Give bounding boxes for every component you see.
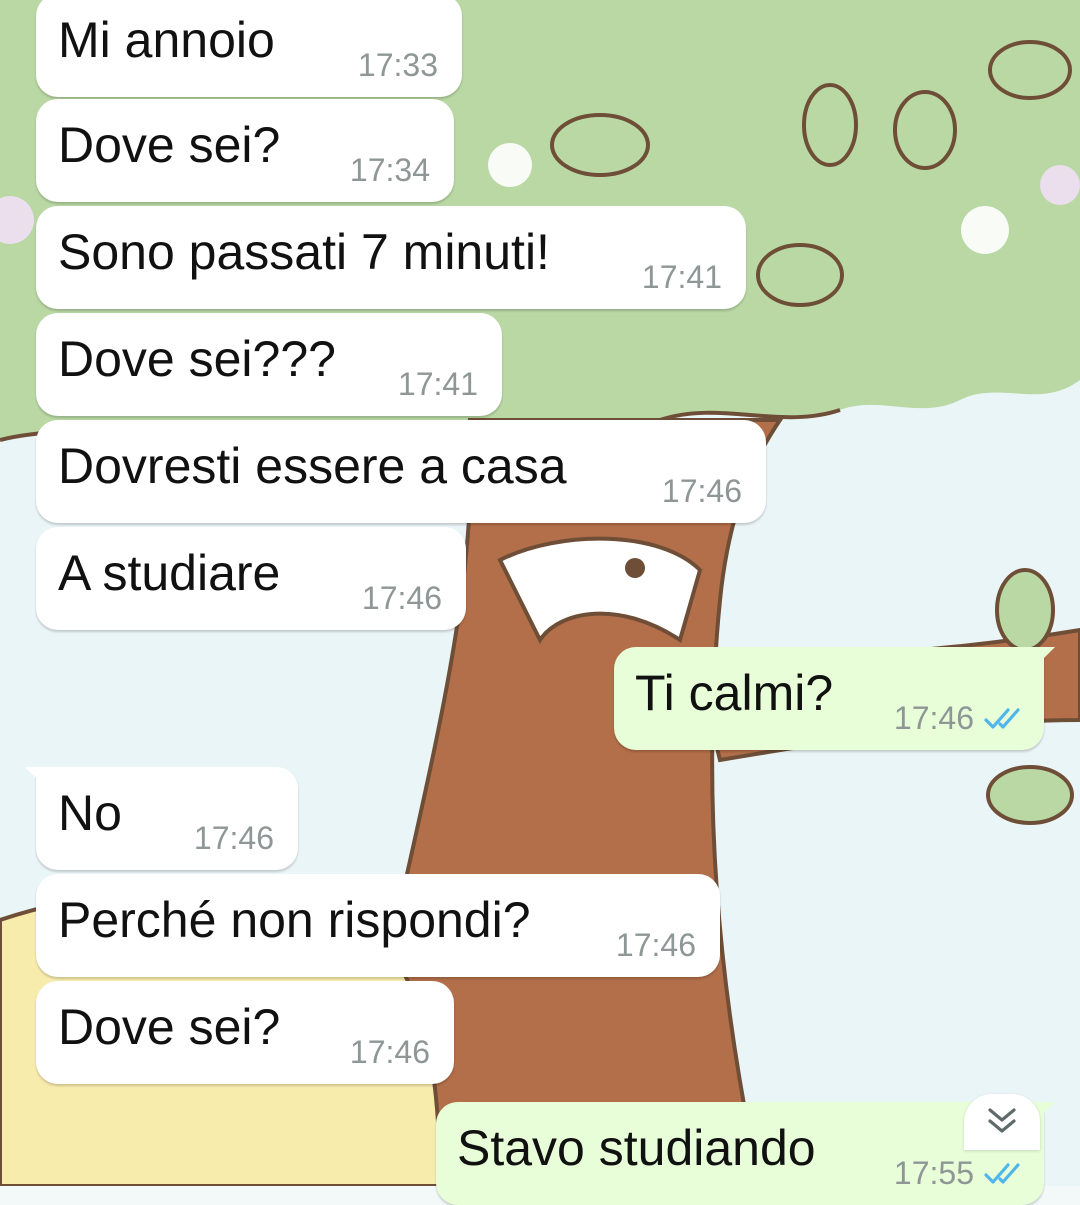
message-text: Dove sei? — [58, 999, 281, 1055]
message-time: 17:46 — [361, 580, 442, 616]
message-text: Mi annoio — [58, 12, 275, 68]
incoming-message-bubble[interactable]: Dovresti essere a casa 17:46 — [36, 420, 766, 523]
incoming-message-bubble[interactable]: Dove sei??? 17:41 — [36, 313, 502, 416]
double-check-icon — [984, 1163, 1020, 1184]
message-text: Sono passati 7 minuti! — [58, 224, 550, 280]
message-time: 17:46 — [615, 927, 696, 963]
outgoing-message-bubble[interactable]: Ti calmi? 17:46 — [614, 647, 1055, 750]
double-chevron-down-icon — [988, 1108, 1016, 1133]
message-text: Perché non rispondi? — [58, 892, 531, 948]
incoming-message-bubble[interactable]: Mi annoio 17:33 — [36, 0, 462, 97]
bubble-tail — [25, 767, 47, 789]
message-text: A studiare — [58, 545, 281, 601]
outgoing-message-bubble[interactable]: Stavo studiando 17:55 — [436, 1102, 1055, 1205]
incoming-message-bubble[interactable]: Dove sei? 17:34 — [36, 99, 454, 202]
message-time: 17:46 — [349, 1034, 430, 1070]
double-check-icon — [984, 708, 1020, 729]
message-text: No — [58, 785, 122, 841]
bubble-tail — [1033, 647, 1055, 669]
message-time: 17:46 — [661, 473, 742, 509]
incoming-message-bubble[interactable]: Perché non rispondi? 17:46 — [36, 874, 720, 977]
message-time: 17:34 — [349, 152, 430, 188]
incoming-message-bubble[interactable]: No 17:46 — [25, 767, 298, 870]
incoming-message-bubble[interactable]: A studiare 17:46 — [36, 527, 466, 630]
message-text: Dove sei??? — [58, 331, 336, 387]
message-time: 17:46 — [893, 700, 974, 736]
message-time: 17:33 — [357, 47, 438, 83]
incoming-message-bubble[interactable]: Dove sei? 17:46 — [36, 981, 454, 1084]
scroll-down-button[interactable] — [964, 1094, 1040, 1150]
message-text: Dovresti essere a casa — [58, 438, 567, 494]
incoming-message-bubble[interactable]: Sono passati 7 minuti! 17:41 — [36, 206, 746, 309]
message-text: Stavo studiando — [457, 1120, 816, 1176]
message-text: Dove sei? — [58, 117, 281, 173]
message-time: 17:46 — [193, 820, 274, 856]
message-text: Ti calmi? — [635, 665, 834, 721]
message-time: 17:41 — [641, 259, 722, 295]
message-list[interactable]: Mi annoio 17:33 Dove sei? 17:34 Sono pas… — [0, 0, 1080, 1205]
message-time: 17:41 — [397, 366, 478, 402]
